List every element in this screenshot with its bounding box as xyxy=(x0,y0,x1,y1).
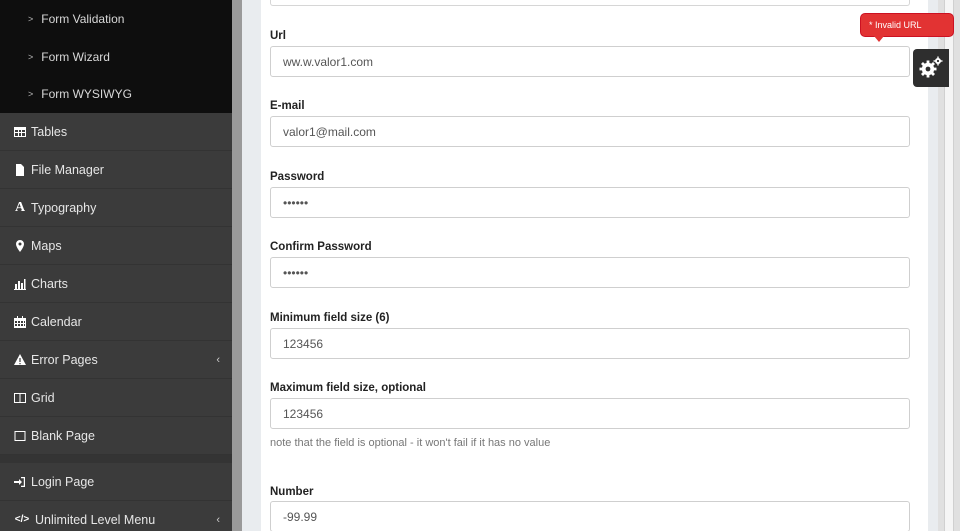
submenu-item-label: Form Wizard xyxy=(41,49,110,64)
min-size-input[interactable]: 123456 xyxy=(270,328,910,359)
sidebar-item-charts[interactable]: Charts xyxy=(0,265,232,304)
max-size-note: note that the field is optional - it won… xyxy=(270,437,551,449)
submenu-item-form-wysiwyg[interactable]: > Form WYSIWYG xyxy=(0,75,232,113)
sidebar-item-label: Calendar xyxy=(31,314,82,329)
sidebar-item-label: Blank Page xyxy=(31,428,95,443)
columns-icon xyxy=(13,391,27,405)
code-icon: </> xyxy=(14,514,30,526)
max-size-label: Maximum field size, optional xyxy=(270,382,426,394)
chevron-right-icon: > xyxy=(28,13,34,24)
sidebar-item-file-manager[interactable]: File Manager xyxy=(0,151,232,190)
sidebar-item-maps[interactable]: Maps xyxy=(0,227,232,266)
submenu-item-form-wizard[interactable]: > Form Wizard xyxy=(0,38,232,76)
sidebar-item-label: Charts xyxy=(31,276,68,291)
sidebar-item-label: Typography xyxy=(31,200,97,215)
sidebar-item-calendar[interactable]: Calendar xyxy=(0,303,232,342)
warning-icon xyxy=(13,353,27,367)
confirm-password-label: Confirm Password xyxy=(270,241,372,253)
email-label: E-mail xyxy=(270,100,305,112)
square-icon xyxy=(13,429,27,443)
number-input[interactable]: -99.99 xyxy=(270,501,910,531)
max-size-input[interactable]: 123456 xyxy=(270,398,910,429)
sidebar-item-label: Tables xyxy=(31,124,68,139)
form-panel: Url ww.w.valor1.com E-mail valor1@mail.c… xyxy=(261,0,928,531)
url-input[interactable]: ww.w.valor1.com xyxy=(270,46,910,77)
bar-chart-icon xyxy=(13,277,27,291)
sidebar-item-label: Login Page xyxy=(31,474,95,489)
sidebar-item-grid[interactable]: Grid xyxy=(0,379,232,418)
sidebar-scrollbar[interactable] xyxy=(232,0,242,531)
calendar-icon xyxy=(13,315,27,329)
sidebar-item-tables[interactable]: Tables xyxy=(0,113,232,152)
file-icon xyxy=(13,163,27,177)
validation-error-tooltip: * Invalid URL xyxy=(861,14,953,42)
submenu-item-label: Form Validation xyxy=(41,11,125,26)
submenu-item-label: Form WYSIWYG xyxy=(41,87,132,102)
sidebar-item-blank-page[interactable]: Blank Page xyxy=(0,417,232,456)
gears-icon xyxy=(919,56,943,78)
confirm-password-input[interactable]: •••••• xyxy=(270,257,910,288)
chevron-right-icon: > xyxy=(28,51,34,62)
url-label: Url xyxy=(270,30,286,42)
previous-field[interactable] xyxy=(270,0,910,6)
sidebar: > Form Validation > Form Wizard > Form W… xyxy=(0,0,232,531)
chevron-left-icon: ‹ xyxy=(216,353,220,366)
sidebar-item-unlimited-level-menu[interactable]: </> Unlimited Level Menu ‹ xyxy=(0,501,232,531)
sidebar-item-label: Error Pages xyxy=(31,352,98,367)
settings-toggle-button[interactable] xyxy=(913,49,949,87)
password-input[interactable]: •••••• xyxy=(270,187,910,218)
sidebar-item-error-pages[interactable]: Error Pages ‹ xyxy=(0,341,232,380)
sidebar-item-label: Maps xyxy=(31,238,62,253)
table-icon xyxy=(13,125,27,139)
min-size-label: Minimum field size (6) xyxy=(270,312,390,324)
sidebar-item-label: Unlimited Level Menu xyxy=(35,512,156,527)
forms-submenu: > Form Validation > Form Wizard > Form W… xyxy=(0,0,232,114)
font-icon: A xyxy=(14,199,26,215)
password-label: Password xyxy=(270,171,325,183)
sidebar-item-login-page[interactable]: Login Page xyxy=(0,463,232,502)
menu-divider xyxy=(0,455,232,464)
sidebar-item-label: Grid xyxy=(31,390,55,405)
number-label: Number xyxy=(270,486,314,498)
sidebar-item-label: File Manager xyxy=(31,162,104,177)
map-marker-icon xyxy=(13,239,27,253)
sign-in-icon xyxy=(13,475,27,489)
chevron-left-icon: ‹ xyxy=(216,513,220,526)
email-input[interactable]: valor1@mail.com xyxy=(270,116,910,147)
chevron-right-icon: > xyxy=(28,89,34,100)
submenu-item-form-validation[interactable]: > Form Validation xyxy=(0,0,232,38)
sidebar-item-typography[interactable]: A Typography xyxy=(0,189,232,228)
